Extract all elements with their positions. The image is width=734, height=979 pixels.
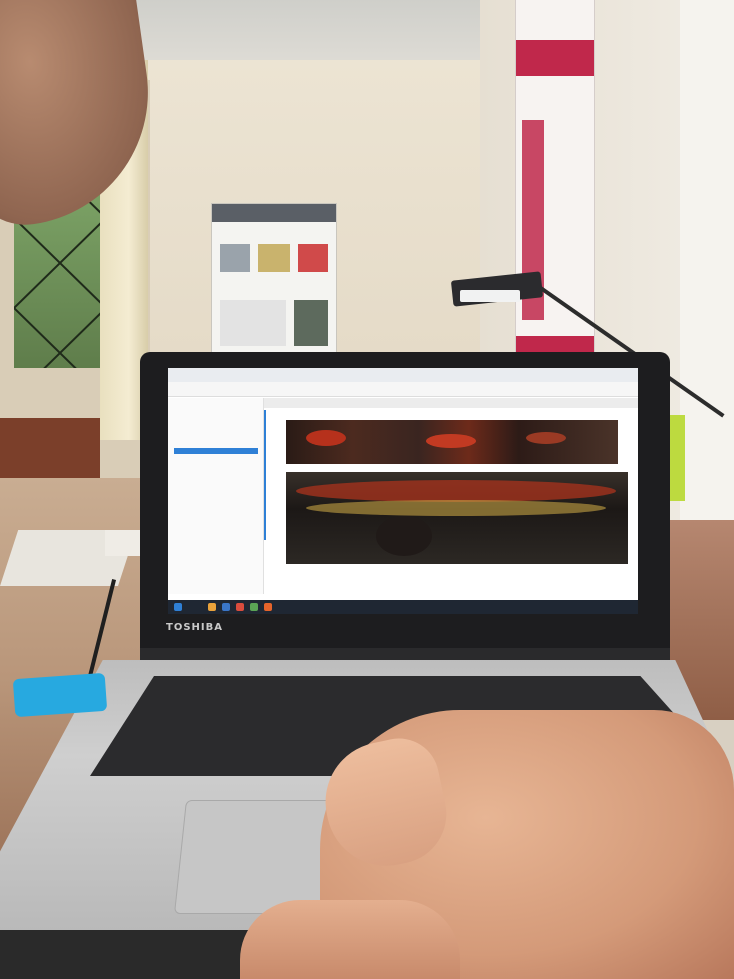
file-row-selected[interactable] — [174, 448, 258, 454]
app-icon[interactable] — [236, 603, 244, 611]
poster-chart — [220, 300, 286, 346]
image-output-1 — [286, 420, 618, 464]
image-blob — [526, 432, 566, 444]
wall-column — [680, 0, 734, 520]
image-blob — [426, 434, 476, 448]
file-row[interactable] — [174, 468, 258, 474]
editor-gutter-line — [264, 410, 266, 540]
image-output-2 — [286, 472, 628, 564]
poster-figure — [298, 244, 328, 272]
editor-tabs[interactable] — [264, 398, 638, 408]
file-row[interactable] — [174, 428, 258, 434]
browser-tabs — [168, 368, 638, 382]
image-blob — [306, 430, 346, 446]
image-blob — [306, 500, 606, 516]
poster-figure — [220, 244, 250, 272]
poster-right — [516, 0, 594, 356]
firefox-icon[interactable] — [264, 603, 272, 611]
poster-center — [212, 204, 336, 354]
file-sidebar — [168, 398, 264, 594]
laptop-brand: TOSHIBA — [166, 622, 223, 633]
image-blob — [296, 480, 616, 502]
file-row[interactable] — [174, 458, 258, 464]
reflection-head — [376, 516, 432, 556]
lamp-light — [460, 290, 520, 302]
laptop-screen — [168, 368, 638, 614]
browser-toolbar — [168, 382, 638, 397]
thumb — [240, 900, 460, 979]
usb-stick — [12, 672, 108, 718]
app-icon[interactable] — [250, 603, 258, 611]
file-row[interactable] — [174, 418, 258, 424]
poster-band — [516, 40, 594, 76]
folder-icon[interactable] — [208, 603, 216, 611]
file-row[interactable] — [174, 438, 258, 444]
start-icon[interactable] — [174, 603, 182, 611]
taskbar — [168, 600, 638, 614]
file-row[interactable] — [174, 408, 258, 414]
poster-figure — [294, 300, 328, 346]
poster-figure — [258, 244, 290, 272]
app-icon[interactable] — [222, 603, 230, 611]
poster-header — [212, 204, 336, 222]
